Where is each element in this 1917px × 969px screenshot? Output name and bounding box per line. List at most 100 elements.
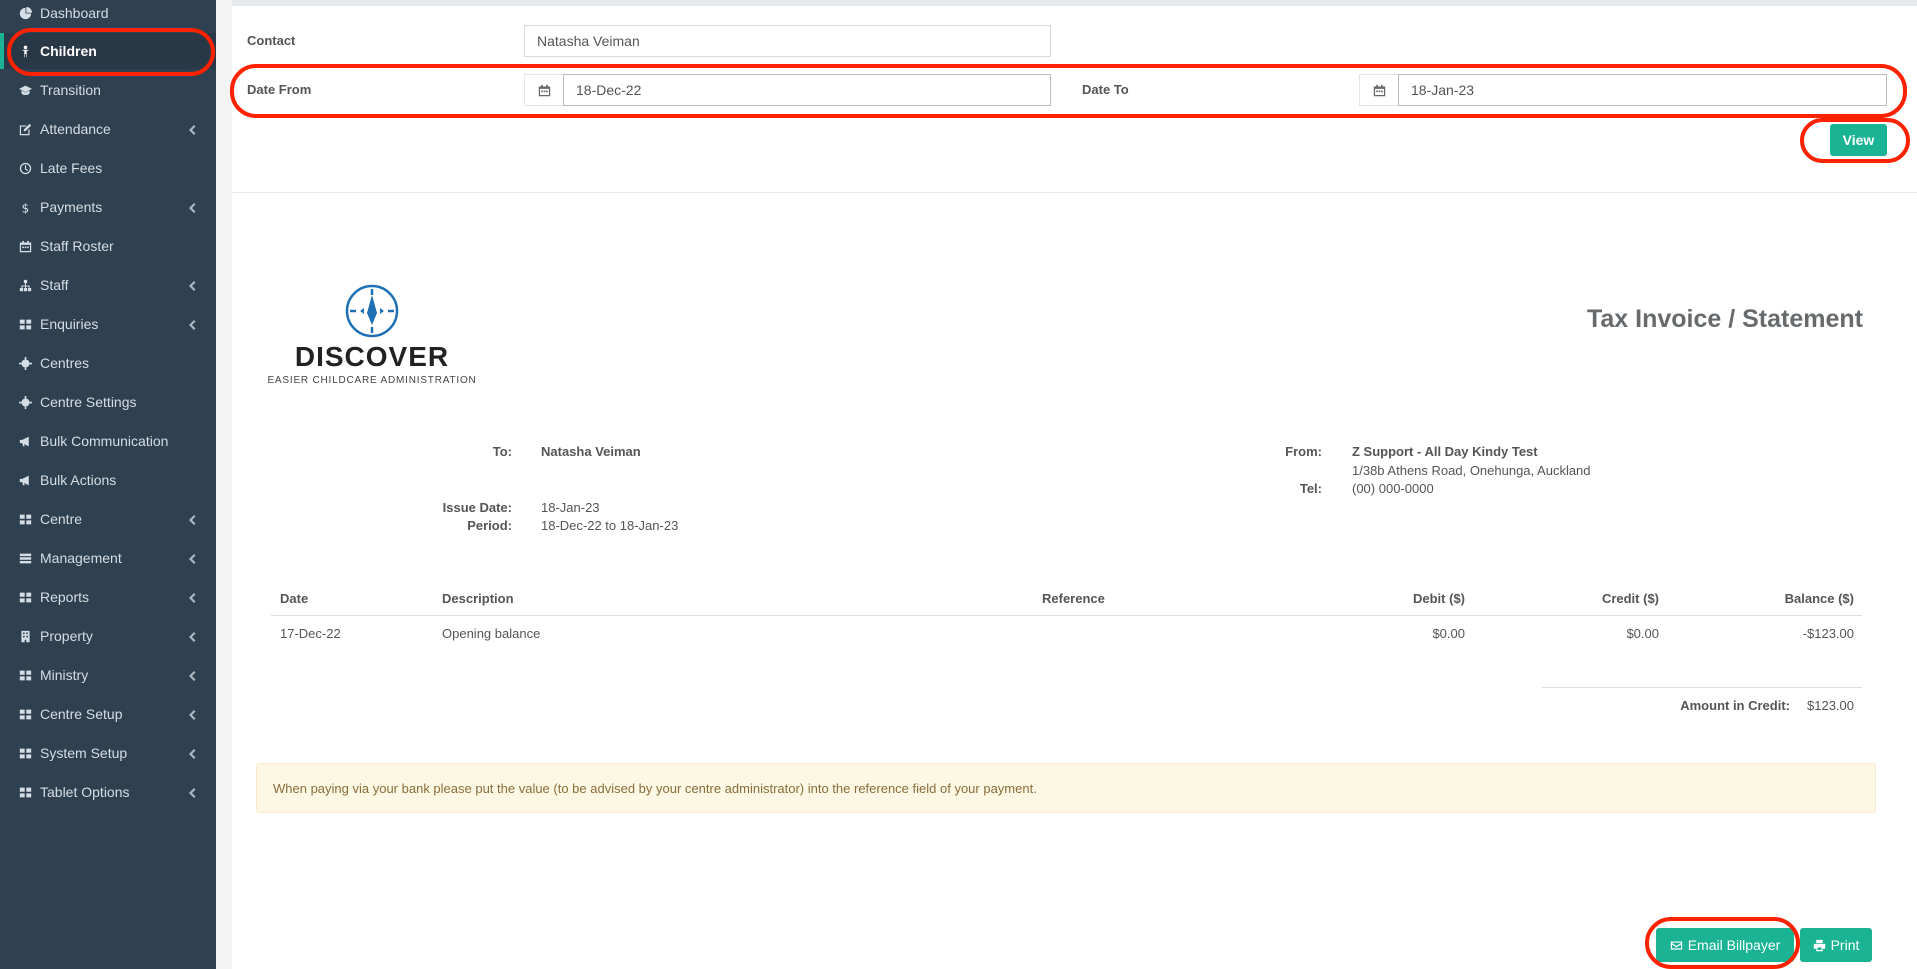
print-icon xyxy=(1813,939,1825,951)
sidebar-item-dashboard[interactable]: Dashboard xyxy=(0,0,216,31)
sidebar-item-management[interactable]: Management xyxy=(0,540,216,576)
sidebar-item-centre[interactable]: Centre xyxy=(0,501,216,537)
amount-in-credit-value: $123.00 xyxy=(1807,698,1854,713)
contact-label: Contact xyxy=(247,33,296,48)
chevron-left-icon xyxy=(188,551,198,564)
discover-logo: DISCOVER EASIER CHILDCARE ADMINISTRATION xyxy=(267,283,477,393)
sidebar-item-label: Attendance xyxy=(40,121,111,137)
grid-icon xyxy=(18,590,32,604)
period-label: Period: xyxy=(467,518,512,533)
sidebar-item-ministry[interactable]: Ministry xyxy=(0,657,216,693)
sidebar-item-label: Centres xyxy=(40,355,90,371)
sidebar-item-label: System Setup xyxy=(40,745,128,761)
clock-icon xyxy=(18,161,32,175)
chevron-left-icon xyxy=(188,629,198,642)
to-value: Natasha Veiman xyxy=(541,444,641,459)
svg-text:$: $ xyxy=(21,201,29,214)
dashboard-icon xyxy=(18,6,32,20)
date-to-label: Date To xyxy=(1082,82,1129,97)
calendar-icon[interactable] xyxy=(1359,74,1399,106)
sidebar-item-bulk-communication[interactable]: Bulk Communication xyxy=(0,423,216,459)
print-button[interactable]: Print xyxy=(1800,928,1872,962)
chevron-left-icon xyxy=(188,122,198,135)
invoice-card xyxy=(232,0,1917,969)
sidebar-item-reports[interactable]: Reports xyxy=(0,579,216,615)
child-icon xyxy=(18,44,32,58)
sidebar-item-label: Ministry xyxy=(40,667,89,683)
sidebar-item-staff-roster[interactable]: Staff Roster xyxy=(0,228,216,264)
sidebar-item-transition[interactable]: Transition xyxy=(0,72,216,108)
tel-value: (00) 000-0000 xyxy=(1352,481,1434,496)
sidebar-item-label: Children xyxy=(40,43,97,59)
chevron-left-icon xyxy=(188,668,198,681)
sidebar-item-late-fees[interactable]: Late Fees xyxy=(0,150,216,186)
sidebar-item-label: Property xyxy=(40,628,93,644)
issue-date-value: 18-Jan-23 xyxy=(541,500,600,515)
sidebar-item-attendance[interactable]: Attendance xyxy=(0,111,216,147)
tasks-icon xyxy=(18,551,32,565)
gear-icon xyxy=(18,356,32,370)
grid-icon xyxy=(18,707,32,721)
sidebar-item-label: Centre Settings xyxy=(40,394,137,410)
sidebar-item-centres[interactable]: Centres xyxy=(0,345,216,381)
calendar-icon xyxy=(18,239,32,253)
date-to-input[interactable]: 18-Jan-23 xyxy=(1398,74,1887,106)
chevron-left-icon xyxy=(188,278,198,291)
contact-field[interactable]: Natasha Veiman xyxy=(524,25,1051,57)
chevron-left-icon xyxy=(188,707,198,720)
sidebar-item-payments[interactable]: $ Payments xyxy=(0,189,216,225)
summary-divider xyxy=(1542,687,1862,688)
grid-icon xyxy=(18,512,32,526)
sidebar-item-label: Enquiries xyxy=(40,316,99,332)
bullhorn-icon xyxy=(18,473,32,487)
grid-icon xyxy=(18,746,32,760)
date-from-input[interactable]: 18-Dec-22 xyxy=(563,74,1051,106)
view-button[interactable]: View xyxy=(1830,124,1887,156)
sidebar-item-system-setup[interactable]: System Setup xyxy=(0,735,216,771)
sidebar-item-children[interactable]: Children xyxy=(0,33,216,69)
sidebar-item-label: Tablet Options xyxy=(40,784,130,800)
to-label: To: xyxy=(492,444,512,459)
gear-icon xyxy=(18,395,32,409)
sidebar-item-label: Management xyxy=(40,550,122,566)
from-address: 1/38b Athens Road, Onehunga, Auckland xyxy=(1352,463,1591,478)
sidebar-item-label: Transition xyxy=(40,82,101,98)
sidebar-item-label: Centre xyxy=(40,511,83,527)
column-header-credit: Credit ($) xyxy=(1601,591,1659,606)
sidebar-item-property[interactable]: Property xyxy=(0,618,216,654)
table-header-divider xyxy=(271,615,1862,616)
sidebar-item-centre-setup[interactable]: Centre Setup xyxy=(0,696,216,732)
sidebar-item-label: Reports xyxy=(40,589,90,605)
row-description: Opening balance xyxy=(442,626,541,641)
grid-icon xyxy=(18,668,32,682)
sidebar-item-label: Staff Roster xyxy=(40,238,114,254)
sidebar-item-bulk-actions[interactable]: Bulk Actions xyxy=(0,462,216,498)
date-from-label: Date From xyxy=(247,82,312,97)
sidebar-item-staff[interactable]: Staff xyxy=(0,267,216,303)
print-label: Print xyxy=(1830,937,1860,953)
row-debit: $0.00 xyxy=(1432,626,1465,641)
sidebar-item-enquiries[interactable]: Enquiries xyxy=(0,306,216,342)
chevron-left-icon xyxy=(188,785,198,798)
sidebar-item-label: Late Fees xyxy=(40,160,103,176)
sidebar-item-centre-settings[interactable]: Centre Settings xyxy=(0,384,216,420)
logo-tagline: EASIER CHILDCARE ADMINISTRATION xyxy=(267,375,477,386)
sitemap-icon xyxy=(18,278,32,292)
compass-icon xyxy=(345,284,399,338)
sidebar-item-label: Staff xyxy=(40,277,69,293)
sidebar-item-label: Payments xyxy=(40,199,103,215)
row-credit: $0.00 xyxy=(1626,626,1659,641)
email-billpayer-label: Email Billpayer xyxy=(1687,937,1781,953)
email-billpayer-button[interactable]: Email Billpayer xyxy=(1656,928,1794,962)
column-header-balance: Balance ($) xyxy=(1784,591,1854,606)
chevron-left-icon xyxy=(188,317,198,330)
chevron-left-icon xyxy=(188,200,198,213)
from-label: From: xyxy=(1285,444,1322,459)
issue-date-label: Issue Date: xyxy=(442,500,512,515)
dollar-icon: $ xyxy=(18,200,32,214)
sidebar-item-label: Centre Setup xyxy=(40,706,123,722)
sidebar-item-tablet-options[interactable]: Tablet Options xyxy=(0,774,216,810)
calendar-icon[interactable] xyxy=(524,74,564,106)
payment-notice: When paying via your bank please put the… xyxy=(256,763,1876,813)
graduation-cap-icon xyxy=(18,83,32,97)
